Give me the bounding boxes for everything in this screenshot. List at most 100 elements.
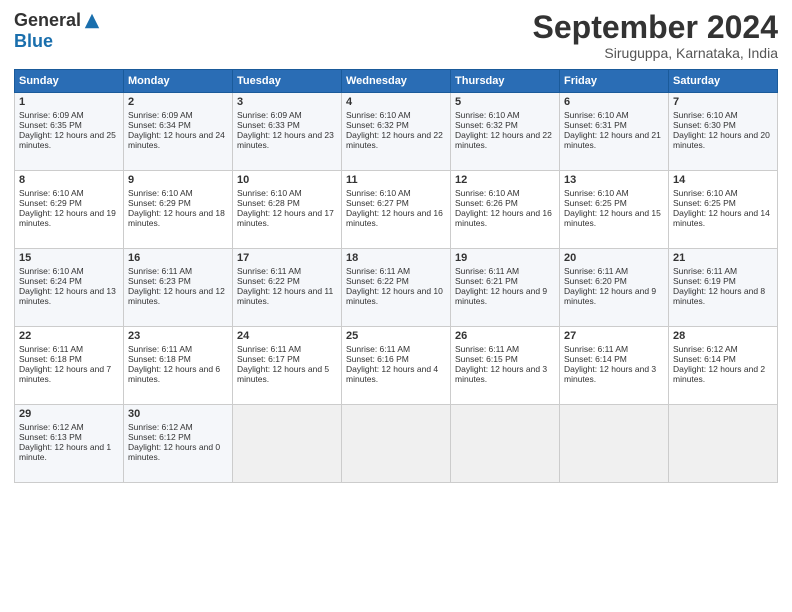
day-number: 10: [237, 174, 337, 186]
sunrise-label: Sunrise: 6:11 AM: [128, 266, 192, 276]
daylight-label: Daylight: 12 hours and 6 minutes.: [128, 364, 220, 384]
sunrise-label: Sunrise: 6:09 AM: [237, 110, 302, 120]
daylight-label: Daylight: 12 hours and 22 minutes.: [346, 130, 443, 150]
daylight-label: Daylight: 12 hours and 16 minutes.: [455, 208, 552, 228]
sunrise-label: Sunrise: 6:11 AM: [19, 344, 83, 354]
logo-icon: [83, 12, 101, 30]
day-cell: [669, 405, 778, 483]
day-number: 15: [19, 252, 119, 264]
month-title: September 2024: [533, 10, 778, 45]
daylight-label: Daylight: 12 hours and 22 minutes.: [455, 130, 552, 150]
week-row-3: 15 Sunrise: 6:10 AM Sunset: 6:24 PM Dayl…: [15, 249, 778, 327]
daylight-label: Daylight: 12 hours and 14 minutes.: [673, 208, 770, 228]
day-cell: [233, 405, 342, 483]
day-cell: 9 Sunrise: 6:10 AM Sunset: 6:29 PM Dayli…: [124, 171, 233, 249]
col-friday: Friday: [560, 70, 669, 93]
sunrise-label: Sunrise: 6:12 AM: [19, 422, 84, 432]
day-number: 6: [564, 96, 664, 108]
daylight-label: Daylight: 12 hours and 21 minutes.: [564, 130, 661, 150]
sunset-label: Sunset: 6:23 PM: [128, 276, 191, 286]
day-number: 7: [673, 96, 773, 108]
day-number: 12: [455, 174, 555, 186]
day-number: 11: [346, 174, 446, 186]
day-number: 14: [673, 174, 773, 186]
calendar-body: 1 Sunrise: 6:09 AM Sunset: 6:35 PM Dayli…: [15, 93, 778, 483]
day-number: 30: [128, 408, 228, 420]
daylight-label: Daylight: 12 hours and 0 minutes.: [128, 442, 220, 462]
sunset-label: Sunset: 6:20 PM: [564, 276, 627, 286]
day-number: 28: [673, 330, 773, 342]
sunrise-label: Sunrise: 6:12 AM: [128, 422, 193, 432]
sunset-label: Sunset: 6:31 PM: [564, 120, 627, 130]
logo-general: General: [14, 10, 81, 31]
col-monday: Monday: [124, 70, 233, 93]
daylight-label: Daylight: 12 hours and 16 minutes.: [346, 208, 443, 228]
sunset-label: Sunset: 6:32 PM: [346, 120, 409, 130]
day-cell: 6 Sunrise: 6:10 AM Sunset: 6:31 PM Dayli…: [560, 93, 669, 171]
sunset-label: Sunset: 6:28 PM: [237, 198, 300, 208]
col-wednesday: Wednesday: [342, 70, 451, 93]
day-number: 1: [19, 96, 119, 108]
daylight-label: Daylight: 12 hours and 13 minutes.: [19, 286, 116, 306]
sunrise-label: Sunrise: 6:11 AM: [455, 266, 519, 276]
logo-blue-text: Blue: [14, 31, 53, 52]
sunrise-label: Sunrise: 6:11 AM: [673, 266, 737, 276]
day-number: 5: [455, 96, 555, 108]
sunset-label: Sunset: 6:26 PM: [455, 198, 518, 208]
col-sunday: Sunday: [15, 70, 124, 93]
day-cell: 1 Sunrise: 6:09 AM Sunset: 6:35 PM Dayli…: [15, 93, 124, 171]
day-number: 8: [19, 174, 119, 186]
sunset-label: Sunset: 6:18 PM: [128, 354, 191, 364]
daylight-label: Daylight: 12 hours and 18 minutes.: [128, 208, 225, 228]
sunrise-label: Sunrise: 6:11 AM: [346, 266, 410, 276]
day-number: 9: [128, 174, 228, 186]
daylight-label: Daylight: 12 hours and 5 minutes.: [237, 364, 329, 384]
week-row-5: 29 Sunrise: 6:12 AM Sunset: 6:13 PM Dayl…: [15, 405, 778, 483]
title-block: September 2024 Siruguppa, Karnataka, Ind…: [533, 10, 778, 61]
sunrise-label: Sunrise: 6:10 AM: [19, 266, 84, 276]
daylight-label: Daylight: 12 hours and 17 minutes.: [237, 208, 334, 228]
daylight-label: Daylight: 12 hours and 7 minutes.: [19, 364, 111, 384]
logo: General Blue: [14, 10, 101, 52]
daylight-label: Daylight: 12 hours and 19 minutes.: [19, 208, 116, 228]
day-number: 29: [19, 408, 119, 420]
sunrise-label: Sunrise: 6:10 AM: [564, 188, 629, 198]
calendar-table: Sunday Monday Tuesday Wednesday Thursday…: [14, 69, 778, 483]
day-cell: 20 Sunrise: 6:11 AM Sunset: 6:20 PM Dayl…: [560, 249, 669, 327]
day-cell: 3 Sunrise: 6:09 AM Sunset: 6:33 PM Dayli…: [233, 93, 342, 171]
day-cell: 22 Sunrise: 6:11 AM Sunset: 6:18 PM Dayl…: [15, 327, 124, 405]
sunset-label: Sunset: 6:24 PM: [19, 276, 82, 286]
daylight-label: Daylight: 12 hours and 9 minutes.: [455, 286, 547, 306]
day-cell: 4 Sunrise: 6:10 AM Sunset: 6:32 PM Dayli…: [342, 93, 451, 171]
day-cell: 16 Sunrise: 6:11 AM Sunset: 6:23 PM Dayl…: [124, 249, 233, 327]
week-row-1: 1 Sunrise: 6:09 AM Sunset: 6:35 PM Dayli…: [15, 93, 778, 171]
sunrise-label: Sunrise: 6:11 AM: [346, 344, 410, 354]
day-number: 13: [564, 174, 664, 186]
day-cell: 17 Sunrise: 6:11 AM Sunset: 6:22 PM Dayl…: [233, 249, 342, 327]
sunset-label: Sunset: 6:13 PM: [19, 432, 82, 442]
header-row: Sunday Monday Tuesday Wednesday Thursday…: [15, 70, 778, 93]
day-number: 2: [128, 96, 228, 108]
sunrise-label: Sunrise: 6:10 AM: [564, 110, 629, 120]
week-row-2: 8 Sunrise: 6:10 AM Sunset: 6:29 PM Dayli…: [15, 171, 778, 249]
daylight-label: Daylight: 12 hours and 3 minutes.: [564, 364, 656, 384]
day-cell: 26 Sunrise: 6:11 AM Sunset: 6:15 PM Dayl…: [451, 327, 560, 405]
day-number: 16: [128, 252, 228, 264]
daylight-label: Daylight: 12 hours and 10 minutes.: [346, 286, 443, 306]
sunset-label: Sunset: 6:35 PM: [19, 120, 82, 130]
sunset-label: Sunset: 6:14 PM: [564, 354, 627, 364]
sunset-label: Sunset: 6:16 PM: [346, 354, 409, 364]
sunrise-label: Sunrise: 6:10 AM: [673, 110, 738, 120]
day-cell: [342, 405, 451, 483]
sunset-label: Sunset: 6:14 PM: [673, 354, 736, 364]
sunrise-label: Sunrise: 6:10 AM: [346, 110, 411, 120]
sunrise-label: Sunrise: 6:10 AM: [128, 188, 193, 198]
sunrise-label: Sunrise: 6:09 AM: [19, 110, 84, 120]
sunset-label: Sunset: 6:32 PM: [455, 120, 518, 130]
sunset-label: Sunset: 6:22 PM: [346, 276, 409, 286]
sunrise-label: Sunrise: 6:10 AM: [237, 188, 302, 198]
day-cell: 29 Sunrise: 6:12 AM Sunset: 6:13 PM Dayl…: [15, 405, 124, 483]
sunset-label: Sunset: 6:12 PM: [128, 432, 191, 442]
day-cell: 14 Sunrise: 6:10 AM Sunset: 6:25 PM Dayl…: [669, 171, 778, 249]
day-number: 3: [237, 96, 337, 108]
